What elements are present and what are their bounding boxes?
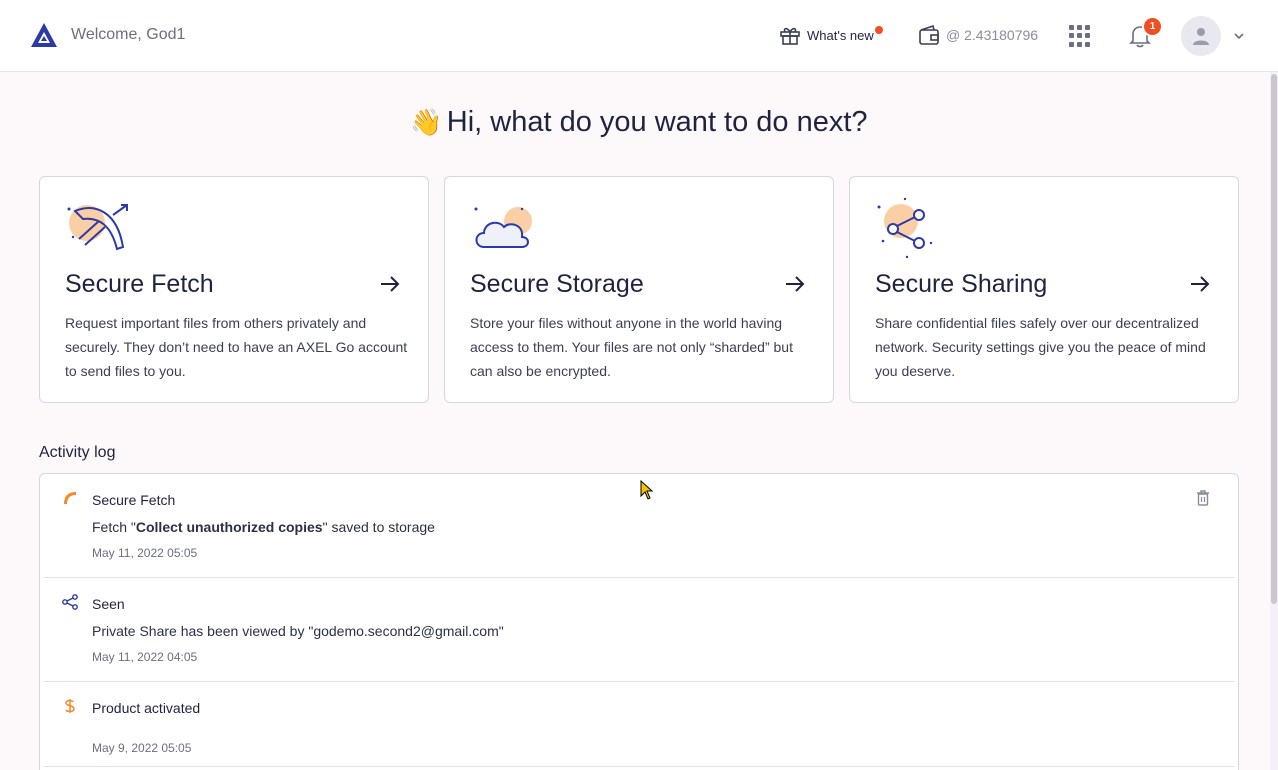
activity-log: Secure Fetch Fetch "Collect unauthorized… [39, 473, 1239, 770]
card-title: Secure Fetch [65, 270, 214, 298]
dollar-icon [65, 699, 75, 713]
activity-entry-message: Fetch "Collect unauthorized copies" save… [92, 519, 435, 535]
wallet-icon [919, 24, 939, 45]
arrow-right-icon [786, 276, 805, 292]
notification-badge: 1 [1142, 16, 1163, 37]
user-icon [1193, 28, 1209, 45]
arrow-right-icon [1191, 276, 1210, 292]
card-title: Secure Storage [470, 270, 644, 298]
activity-entry-title: Product activated [92, 700, 201, 716]
apps-grid-icon[interactable] [1069, 25, 1091, 47]
fetch-name: Collect unauthorized copies [135, 519, 323, 535]
activity-log-title: Activity log [39, 444, 116, 461]
card-description: Share confidential files safely over our… [875, 315, 1206, 379]
whats-new-label: What's new [807, 27, 874, 43]
activity-entry[interactable]: Secure Fetch Fetch "Collect unauthorized… [44, 474, 1234, 578]
activity-entry-date: May 9, 2022 05:05 [92, 741, 192, 755]
card-description: Request important files from others priv… [65, 315, 408, 379]
chevron-down-icon[interactable] [1233, 30, 1245, 42]
whats-new-button[interactable]: What's new [779, 24, 883, 46]
activity-entry-date: May 11, 2022 05:05 [92, 546, 198, 560]
activity-entry[interactable]: Seen Private Share has been viewed by "g… [44, 578, 1234, 682]
avatar[interactable] [1181, 16, 1221, 56]
secure-fetch-card[interactable]: Secure Fetch Request important files fro… [39, 176, 429, 403]
trash-icon[interactable] [1196, 490, 1210, 506]
page-scrollbar[interactable] [1270, 72, 1278, 770]
arrow-right-icon [381, 276, 400, 292]
activity-entry-date: May 11, 2022 04:05 [92, 650, 198, 664]
welcome-text: Welcome, God1 [71, 26, 186, 43]
cloud-icon [474, 207, 532, 248]
wallet-balance[interactable]: @ 2.43180796 [918, 24, 1038, 46]
scrollbar-thumb[interactable] [1271, 74, 1277, 604]
whats-new-dot [874, 26, 883, 34]
waving-hand-icon: 👋 [410, 107, 443, 137]
activity-entry-message: Private Share has been viewed by "godemo… [92, 623, 504, 639]
share-icon [62, 594, 78, 610]
share-nodes-icon [877, 197, 933, 259]
secure-storage-card[interactable]: Secure Storage Store your files without … [444, 176, 834, 403]
top-bar: Welcome, God1 What's new @ 2.43180796 1 [0, 0, 1278, 72]
axel-logo-icon[interactable] [31, 23, 57, 47]
boomerang-icon [64, 492, 76, 504]
card-description: Store your files without anyone in the w… [470, 315, 793, 379]
greeting-text: Hi, what do you want to do next? [446, 106, 868, 138]
activity-entry-title: Seen [92, 596, 125, 612]
gift-icon [780, 27, 800, 45]
wallet-balance-text: @ 2.43180796 [946, 27, 1039, 43]
secure-sharing-card[interactable]: Secure Sharing Share confidential files … [849, 176, 1239, 403]
activity-entry[interactable]: Product activated May 9, 2022 05:05 [44, 682, 1234, 767]
boomerang-icon [67, 204, 128, 251]
card-title: Secure Sharing [875, 270, 1048, 298]
mouse-cursor-icon [640, 480, 654, 500]
page-greeting: 👋 Hi, what do you want to do next? [0, 106, 1278, 139]
activity-entry-title: Secure Fetch [92, 492, 176, 508]
